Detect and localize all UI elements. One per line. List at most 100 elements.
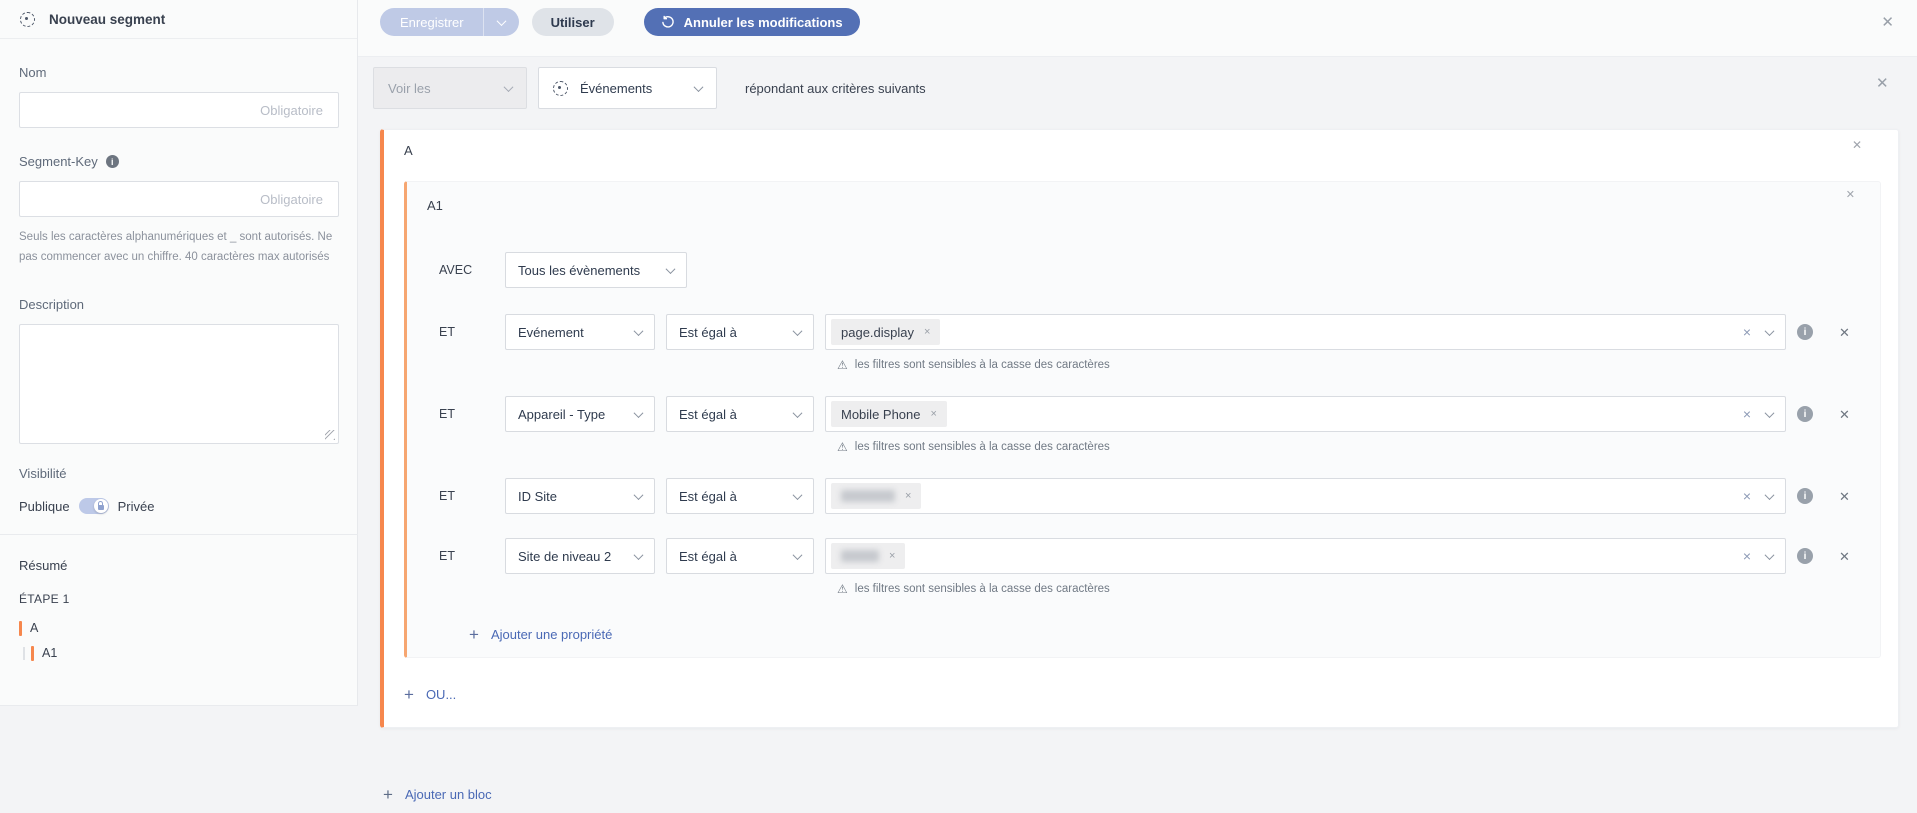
value-input[interactable]: Mobile Phone × × bbox=[825, 396, 1786, 432]
property-select[interactable]: ID Site bbox=[505, 478, 655, 514]
warning-icon: ⚠ bbox=[837, 440, 848, 454]
summary-item-label: A bbox=[30, 621, 39, 636]
chevron-down-icon bbox=[792, 489, 803, 500]
add-block-label: Ajouter un bloc bbox=[404, 787, 492, 802]
value-tags: page.display × bbox=[831, 319, 1743, 345]
warning-icon: ⚠ bbox=[837, 582, 848, 596]
remove-scope-icon[interactable]: ✕ bbox=[1876, 76, 1889, 91]
chevron-down-icon bbox=[1764, 407, 1775, 418]
property-select-value: ID Site bbox=[518, 488, 558, 504]
step-label: ÉTAPE 1 bbox=[19, 592, 70, 607]
remove-tag-icon[interactable]: × bbox=[905, 490, 911, 502]
chevron-down-icon bbox=[633, 407, 644, 418]
all-events-select-value: Tous les évènements bbox=[518, 262, 641, 278]
event-scope-row: AVEC Tous les évènements bbox=[407, 252, 1880, 288]
property-select-value: Evénement bbox=[518, 324, 584, 340]
chevron-down-icon bbox=[633, 325, 644, 336]
condition-connector-label: ET bbox=[439, 489, 455, 503]
value-input[interactable]: × × bbox=[825, 538, 1786, 574]
info-icon[interactable]: i bbox=[1797, 488, 1813, 504]
chevron-down-icon bbox=[1764, 489, 1775, 500]
scope-bar: Voir les Événements répondant aux critèr… bbox=[373, 67, 926, 109]
entity-select[interactable]: Événements bbox=[538, 67, 717, 109]
remove-tag-icon[interactable]: × bbox=[889, 550, 895, 562]
undo-changes-label: Annuler les modifications bbox=[683, 14, 843, 30]
summary-title: Résumé bbox=[19, 558, 68, 574]
operator-select[interactable]: Est égal à bbox=[666, 478, 814, 514]
clear-values-icon[interactable]: × bbox=[1743, 549, 1751, 563]
info-icon[interactable]: i bbox=[1797, 324, 1813, 340]
top-toolbar: Enregistrer Utiliser Annuler les modific… bbox=[358, 0, 1917, 57]
clear-values-icon[interactable]: × bbox=[1743, 407, 1751, 421]
chevron-down-icon bbox=[503, 81, 514, 92]
add-property-label: Ajouter une propriété bbox=[490, 627, 613, 642]
save-options-dropdown[interactable] bbox=[484, 15, 519, 26]
remove-tag-icon[interactable]: × bbox=[931, 408, 937, 420]
operator-select[interactable]: Est égal à bbox=[666, 314, 814, 350]
use-button[interactable]: Utiliser bbox=[531, 8, 614, 36]
conditions-list: ET Evénement Est égal à page.display × × … bbox=[407, 314, 1880, 596]
value-tag: page.display × bbox=[831, 319, 941, 345]
sub-block-label: A1 bbox=[427, 198, 443, 213]
summary-item-label: A1 bbox=[42, 646, 58, 661]
all-events-select[interactable]: Tous les évènements bbox=[505, 252, 687, 288]
operator-select[interactable]: Est égal à bbox=[666, 396, 814, 432]
description-textarea[interactable] bbox=[19, 324, 339, 445]
warning-text: les filtres sont sensibles à la casse de… bbox=[854, 441, 1110, 453]
scope-connector-label: AVEC bbox=[439, 263, 473, 277]
delete-sub-block-icon[interactable]: ✕ bbox=[1846, 190, 1855, 201]
visibility-public-label: Publique bbox=[19, 498, 70, 514]
value-tag: × bbox=[831, 483, 922, 509]
add-block-button[interactable]: + Ajouter un bloc bbox=[383, 786, 492, 803]
info-icon[interactable]: i bbox=[1797, 548, 1813, 564]
add-property-button[interactable]: + Ajouter une propriété bbox=[469, 626, 1880, 643]
remove-tag-icon[interactable]: × bbox=[924, 326, 930, 338]
segment-block-a1: A1 ✕ AVEC Tous les évènements ET Evéneme… bbox=[404, 181, 1881, 658]
delete-condition-icon[interactable]: ✕ bbox=[1839, 408, 1850, 421]
tag-label: Mobile Phone bbox=[841, 406, 921, 422]
save-button[interactable]: Enregistrer bbox=[380, 8, 519, 36]
chevron-down-icon bbox=[792, 325, 803, 336]
condition: ET Evénement Est égal à page.display × × … bbox=[407, 314, 1880, 372]
undo-changes-button[interactable]: Annuler les modifications bbox=[643, 8, 860, 36]
summary-item[interactable]: A1 bbox=[19, 645, 339, 661]
property-select[interactable]: Evénement bbox=[505, 314, 655, 350]
clear-values-icon[interactable]: × bbox=[1743, 489, 1751, 503]
add-or-button[interactable]: + OU... bbox=[404, 686, 456, 703]
plus-icon: + bbox=[404, 685, 414, 704]
condition: ET Appareil - Type Est égal à Mobile Pho… bbox=[407, 396, 1880, 454]
delete-block-icon[interactable]: ✕ bbox=[1852, 139, 1862, 151]
page-title: Nouveau segment bbox=[49, 11, 166, 27]
name-input[interactable] bbox=[19, 92, 339, 128]
warning-icon: ⚠ bbox=[837, 358, 848, 372]
value-tags: Mobile Phone × bbox=[831, 401, 1743, 427]
info-icon[interactable]: i bbox=[1797, 406, 1813, 422]
clear-values-icon[interactable]: × bbox=[1743, 325, 1751, 339]
chevron-down-icon bbox=[665, 263, 676, 274]
condition-connector-label: ET bbox=[439, 549, 455, 563]
chevron-down-icon bbox=[792, 549, 803, 560]
delete-condition-icon[interactable]: ✕ bbox=[1839, 326, 1850, 339]
value-tag: Mobile Phone × bbox=[831, 401, 947, 427]
tag-label: page.display bbox=[841, 324, 914, 340]
close-editor-icon[interactable]: ✕ bbox=[1881, 15, 1894, 30]
condition-row: ET Site de niveau 2 Est égal à × × i ✕ bbox=[407, 538, 1880, 574]
indent-guide bbox=[23, 646, 25, 660]
property-select[interactable]: Site de niveau 2 bbox=[505, 538, 655, 574]
warning-text: les filtres sont sensibles à la casse de… bbox=[854, 359, 1110, 371]
delete-condition-icon[interactable]: ✕ bbox=[1839, 550, 1850, 563]
summary-item[interactable]: A bbox=[19, 620, 339, 636]
info-icon[interactable]: i bbox=[105, 155, 119, 168]
visibility-toggle[interactable] bbox=[78, 498, 109, 515]
operator-select[interactable]: Est égal à bbox=[666, 538, 814, 574]
view-select[interactable]: Voir les bbox=[373, 67, 527, 109]
chevron-down-icon bbox=[496, 15, 507, 26]
warning-text: les filtres sont sensibles à la casse de… bbox=[854, 583, 1110, 595]
value-input[interactable]: × × bbox=[825, 478, 1786, 514]
delete-condition-icon[interactable]: ✕ bbox=[1839, 490, 1850, 503]
segment-block-a: A ✕ A1 ✕ AVEC Tous les évènements ET Evé… bbox=[380, 129, 1899, 728]
value-input[interactable]: page.display × × bbox=[825, 314, 1786, 350]
summary-list: A A1 bbox=[19, 620, 339, 661]
segment-key-input[interactable] bbox=[19, 181, 339, 217]
property-select[interactable]: Appareil - Type bbox=[505, 396, 655, 432]
